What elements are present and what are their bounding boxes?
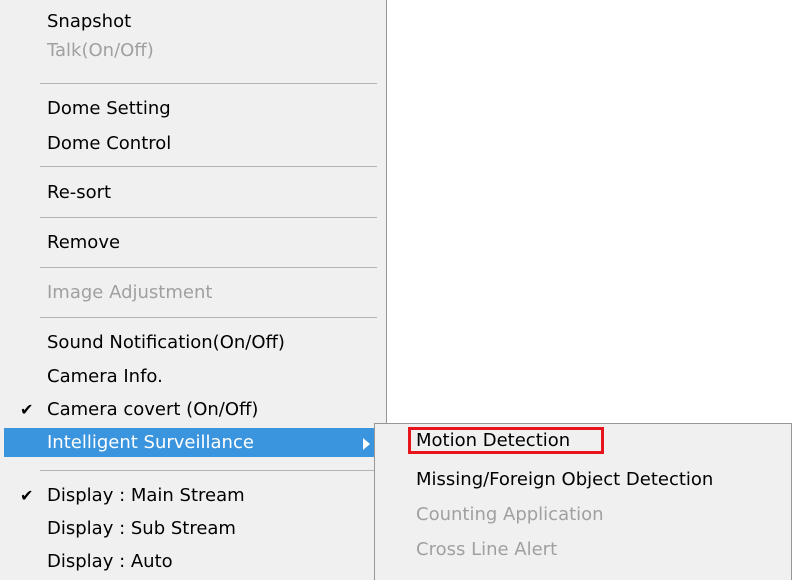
menu-item-remove[interactable]: Remove: [0, 228, 386, 257]
menu-item-dome-setting[interactable]: Dome Setting: [0, 94, 386, 123]
menu-item-display-main-stream[interactable]: ✔ Display : Main Stream: [0, 481, 386, 510]
menu-item-label: Dome Setting: [47, 98, 171, 119]
menu-item-display-auto[interactable]: Display : Auto: [0, 547, 386, 576]
context-menu: Snapshot Talk(On/Off) Dome Setting Dome …: [0, 0, 387, 580]
menu-item-label: Cross Line Alert: [416, 539, 558, 560]
menu-item-talk: Talk(On/Off): [0, 36, 386, 65]
menu-item-label: Display : Sub Stream: [47, 518, 236, 539]
intelligent-surveillance-submenu: Motion Detection Missing/Foreign Object …: [374, 423, 792, 580]
menu-item-dome-control[interactable]: Dome Control: [0, 129, 386, 158]
menu-item-label: Dome Control: [47, 133, 172, 154]
menu-item-camera-covert[interactable]: ✔ Camera covert (On/Off): [0, 395, 386, 424]
menu-item-label: Image Adjustment: [47, 282, 213, 303]
submenu-item-motion-detection[interactable]: Motion Detection: [375, 426, 791, 455]
menu-item-sound-notification[interactable]: Sound Notification(On/Off): [0, 328, 386, 357]
menu-separator: [40, 217, 377, 218]
check-icon: ✔: [20, 486, 34, 505]
menu-item-image-adjustment: Image Adjustment: [0, 278, 386, 307]
submenu-arrow-icon: [363, 438, 370, 450]
submenu-item-counting-application: Counting Application: [375, 500, 791, 529]
menu-item-label: Intelligent Surveillance: [47, 432, 254, 453]
menu-item-label: Motion Detection: [416, 430, 571, 451]
menu-item-label: Remove: [47, 232, 121, 253]
menu-item-label: Sound Notification(On/Off): [47, 332, 285, 353]
menu-item-label: Counting Application: [416, 504, 604, 525]
check-icon: ✔: [20, 400, 34, 419]
menu-item-label: Display : Main Stream: [47, 485, 245, 506]
menu-item-label: Camera covert (On/Off): [47, 399, 259, 420]
menu-separator: [40, 317, 377, 318]
menu-separator: [40, 166, 377, 167]
submenu-item-cross-line-alert: Cross Line Alert: [375, 535, 791, 564]
submenu-item-missing-foreign-object-detection[interactable]: Missing/Foreign Object Detection: [375, 465, 791, 494]
menu-item-re-sort[interactable]: Re-sort: [0, 178, 386, 207]
menu-separator: [40, 470, 377, 471]
menu-item-label: Snapshot: [47, 11, 132, 32]
menu-item-label: Display : Auto: [47, 551, 173, 572]
menu-item-label: Camera Info.: [47, 366, 163, 387]
menu-item-camera-info[interactable]: Camera Info.: [0, 362, 386, 391]
screen: Snapshot Talk(On/Off) Dome Setting Dome …: [0, 0, 802, 580]
menu-item-snapshot[interactable]: Snapshot: [0, 7, 386, 36]
menu-item-label: Re-sort: [47, 182, 112, 203]
menu-item-label: Talk(On/Off): [47, 40, 154, 61]
menu-separator: [40, 267, 377, 268]
menu-item-intelligent-surveillance[interactable]: Intelligent Surveillance: [4, 428, 382, 457]
menu-item-label: Missing/Foreign Object Detection: [416, 469, 714, 490]
menu-separator: [40, 83, 377, 84]
menu-item-display-sub-stream[interactable]: Display : Sub Stream: [0, 514, 386, 543]
